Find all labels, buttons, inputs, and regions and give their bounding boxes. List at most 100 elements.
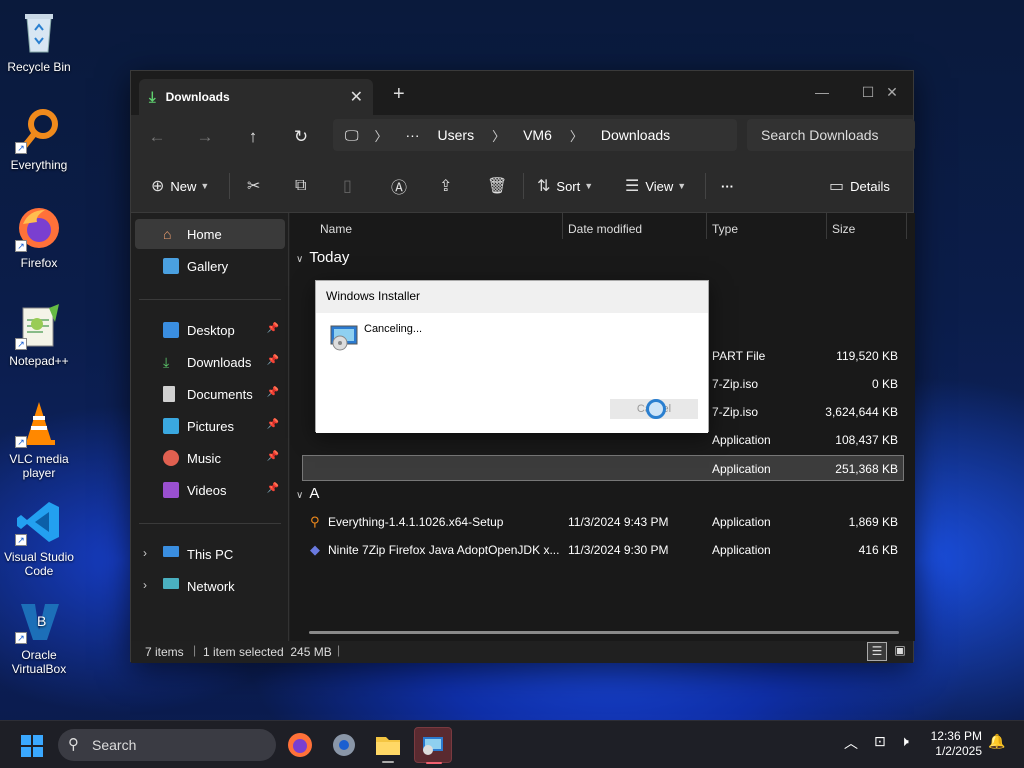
show-hidden-icons-button[interactable]: ︿ [844, 733, 858, 753]
title-bar[interactable]: ⤓ Downloads ✕ + — ☐ ✕ [131, 71, 913, 115]
new-tab-button[interactable]: + [393, 83, 405, 106]
everything-icon: ⚲ [310, 514, 320, 529]
sidebar-item-home[interactable]: ⌂ Home [135, 219, 285, 249]
desktop-icon-virtualbox[interactable]: B ↗ Oracle VirtualBox [2, 596, 76, 676]
sidebar-item-downloads[interactable]: ⤓ Downloads 📌 [135, 347, 285, 377]
rename-button[interactable]: Ⓐ [391, 175, 413, 197]
sidebar-item-videos[interactable]: Videos 📌 [135, 475, 285, 505]
desktop-icon-everything[interactable]: ↗ Everything [2, 106, 76, 172]
installer-icon [330, 325, 358, 351]
sidebar-item-music[interactable]: Music 📌 [135, 443, 285, 473]
divider [706, 213, 707, 239]
search-placeholder: Search Downloads [761, 127, 879, 143]
view-button[interactable]: ☰ View ▼ [625, 175, 686, 197]
windows-logo-icon [21, 735, 43, 757]
taskbar-installer-active[interactable] [414, 727, 452, 764]
group-header-earlier[interactable]: ∨ A [296, 485, 319, 502]
search-input[interactable]: Search Downloads [747, 119, 915, 151]
volume-muted-icon[interactable]: 🕨 [900, 733, 909, 750]
forward-button[interactable]: → [193, 125, 217, 149]
address-bar[interactable]: 🖵 〉 ··· Users 〉 VM6 〉 Downloads [333, 119, 737, 151]
file-type: PART File [712, 349, 766, 363]
chevron-right-icon[interactable]: › [143, 546, 147, 560]
close-tab-icon[interactable]: ✕ [350, 87, 363, 107]
file-type: 7-Zip.iso [712, 405, 759, 419]
pin-icon[interactable]: 📌 [267, 355, 279, 366]
breadcrumb-users[interactable]: Users [438, 127, 475, 143]
delete-button[interactable]: 🗑 [487, 175, 513, 197]
plus-circle-icon: ⊕ [151, 178, 165, 195]
desktop-icon-vscode[interactable]: ↗ Visual Studio Code [2, 498, 76, 578]
sidebar-item-this-pc[interactable]: › This PC [135, 539, 285, 569]
pin-icon[interactable]: 📌 [267, 323, 279, 334]
taskbar-search[interactable]: ⚲ Search [58, 729, 276, 761]
more-options-button[interactable]: ··· [721, 175, 734, 197]
vlc-cone-icon: ↗ [15, 400, 63, 448]
desktop-icon-recycle-bin[interactable]: Recycle Bin [2, 8, 76, 74]
column-name[interactable]: Name [320, 219, 352, 239]
sidebar-item-desktop[interactable]: Desktop 📌 [135, 315, 285, 345]
documents-icon [163, 386, 175, 402]
column-size[interactable]: Size [832, 219, 855, 239]
refresh-button[interactable]: ↻ [289, 125, 313, 149]
up-button[interactable]: ↑ [241, 125, 265, 149]
desktop-icon-notepadpp[interactable]: ↗ Notepad++ [2, 302, 76, 368]
copy-button[interactable]: ⧉ [295, 175, 312, 197]
pin-icon[interactable]: 📌 [267, 419, 279, 430]
computer-icon [163, 546, 179, 557]
chevron-right-icon[interactable]: › [143, 578, 147, 592]
tab-downloads[interactable]: ⤓ Downloads ✕ [139, 79, 373, 115]
divider [139, 523, 281, 524]
sidebar-item-gallery[interactable]: Gallery [135, 251, 285, 281]
group-header-today[interactable]: ∨ Today [296, 249, 349, 266]
dialog-message: Canceling... [364, 323, 423, 335]
back-button[interactable]: ← [145, 125, 169, 149]
sidebar-item-network[interactable]: › Network [135, 571, 285, 601]
overflow-icon[interactable]: ··· [406, 127, 420, 143]
sidebar-item-pictures[interactable]: Pictures 📌 [135, 411, 285, 441]
start-button[interactable] [20, 734, 44, 758]
minimize-button[interactable]: — [799, 77, 845, 107]
breadcrumb-downloads[interactable]: Downloads [601, 127, 670, 143]
pin-icon[interactable]: 📌 [267, 451, 279, 462]
details-view-toggle[interactable]: ☰ [867, 642, 887, 661]
pin-icon[interactable]: 📌 [267, 483, 279, 494]
list-item-selected[interactable]: Application 251,368 KB [302, 455, 904, 481]
notification-bell-icon[interactable]: 🔔 [988, 733, 1005, 750]
clock[interactable]: 12:36 PM 1/2/2025 [930, 729, 982, 759]
horizontal-scrollbar[interactable] [309, 631, 899, 634]
download-arrow-icon: ⤓ [149, 88, 156, 106]
column-type[interactable]: Type [712, 219, 738, 239]
column-date-modified[interactable]: Date modified [568, 219, 642, 239]
taskbar-settings[interactable] [326, 727, 362, 763]
new-button[interactable]: ⊕ New ▼ [151, 175, 209, 197]
chevron-down-icon: ∨ [296, 254, 304, 265]
cut-button[interactable]: ✂ [247, 175, 266, 197]
sort-button[interactable]: ⇅ Sort ▼ [537, 175, 593, 197]
details-button[interactable]: ▭ Details [829, 175, 890, 197]
desktop-icon-vlc[interactable]: ↗ VLC media player [2, 400, 76, 480]
network-icon [163, 578, 179, 589]
list-item[interactable]: ◆ Ninite 7Zip Firefox Java AdoptOpenJDK … [302, 537, 904, 563]
trash-icon: 🗑 [487, 178, 508, 195]
close-window-button[interactable]: ✕ [869, 77, 915, 107]
paste-button[interactable]: ▯ [343, 175, 358, 197]
tiles-view-toggle[interactable]: ▣ [891, 642, 909, 661]
music-icon [163, 450, 179, 466]
ninite-icon: ◆ [310, 542, 320, 557]
pin-icon[interactable]: 📌 [267, 387, 279, 398]
desktop-icon-firefox[interactable]: ↗ Firefox [2, 204, 76, 270]
windows-installer-dialog[interactable]: Windows Installer Canceling... Cancel [315, 280, 709, 433]
sort-label: Sort [556, 178, 581, 194]
taskbar-firefox[interactable] [282, 727, 318, 763]
network-status-icon[interactable]: ⊡ [874, 733, 886, 750]
share-icon: ⇪ [439, 178, 453, 195]
divider [562, 213, 563, 239]
sidebar-item-documents[interactable]: Documents 📌 [135, 379, 285, 409]
taskbar-file-explorer[interactable] [370, 727, 406, 763]
busy-cursor-icon [646, 399, 666, 419]
breadcrumb-vm6[interactable]: VM6 [523, 127, 552, 143]
share-button[interactable]: ⇪ [439, 175, 458, 197]
list-item[interactable]: ⚲ Everything-1.4.1.1026.x64-Setup 11/3/2… [302, 509, 904, 535]
new-label: New [170, 178, 197, 194]
